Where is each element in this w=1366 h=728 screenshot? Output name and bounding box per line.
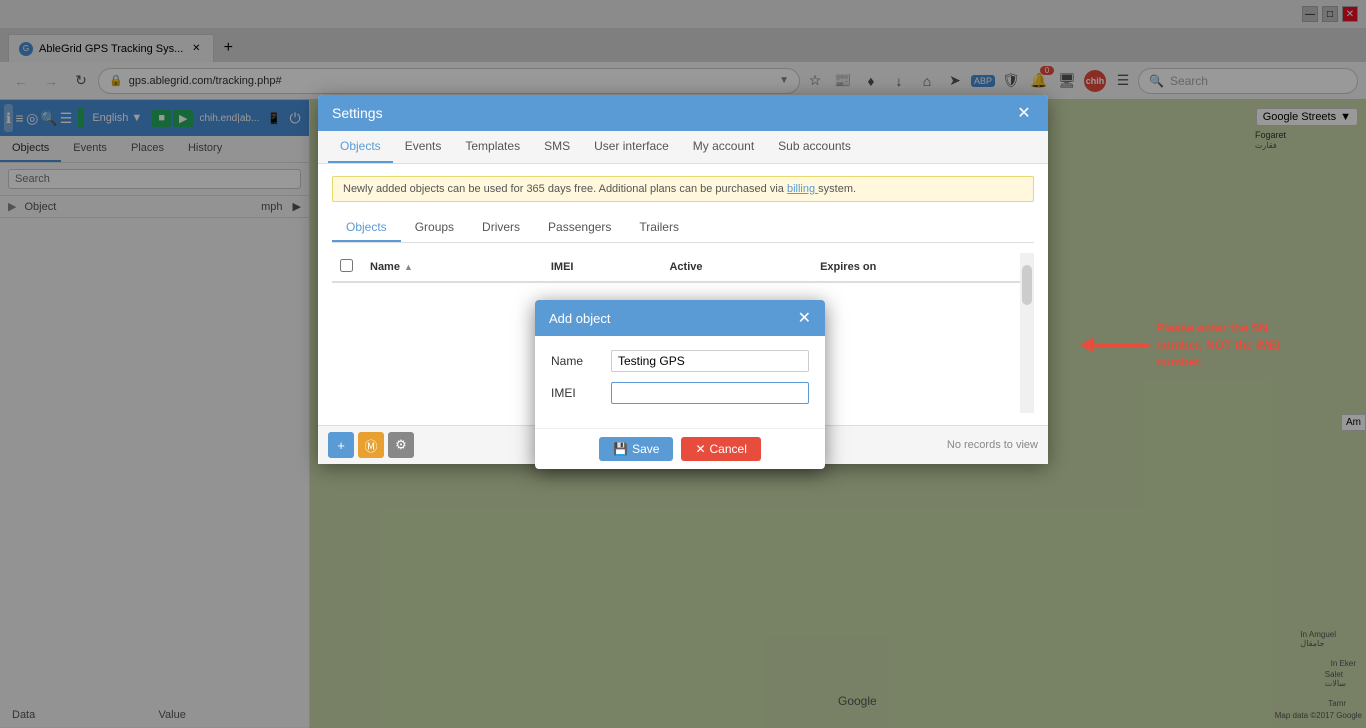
info-text: Newly added objects can be used for 365 …	[343, 183, 784, 195]
sub-tab-passengers[interactable]: Passengers	[534, 214, 625, 242]
arrow-head-icon	[1080, 337, 1094, 353]
sub-tab-drivers[interactable]: Drivers	[468, 214, 534, 242]
sub-tab-objects[interactable]: Objects	[332, 214, 401, 242]
annotation-text: Please enter the SN number, NOT the IMEI…	[1156, 320, 1316, 370]
cancel-icon: ✕	[695, 442, 705, 456]
sub-tabs: Objects Groups Drivers Passengers Traile…	[332, 214, 1034, 243]
settings-gear-button[interactable]: ⚙	[388, 432, 414, 458]
arrow-line	[1090, 344, 1150, 347]
scrollbar-thumb	[1022, 265, 1032, 305]
settings-dialog-header: Settings ✕	[318, 95, 1048, 131]
name-col-label: Name	[370, 261, 400, 273]
settings-nav-objects[interactable]: Objects	[328, 131, 393, 163]
name-form-row: Name	[551, 350, 809, 372]
save-label: Save	[632, 442, 659, 456]
settings-nav-sms[interactable]: SMS	[532, 131, 582, 163]
settings-nav-events[interactable]: Events	[393, 131, 454, 163]
info-bar: Newly added objects can be used for 365 …	[332, 176, 1034, 202]
name-label: Name	[551, 354, 611, 368]
info-text2: system.	[818, 183, 856, 195]
th-expires: Expires on	[812, 253, 1034, 282]
sub-tab-trailers[interactable]: Trailers	[625, 214, 693, 242]
add-dialog-body: Name IMEI	[535, 336, 825, 428]
th-active: Active	[661, 253, 812, 282]
objects-table: Name ▲ IMEI Active Expires on	[332, 253, 1034, 283]
annotation: Please enter the SN number, NOT the IMEI…	[1090, 320, 1316, 370]
th-imei: IMEI	[543, 253, 662, 282]
settings-close-button[interactable]: ✕	[1014, 103, 1034, 123]
no-records-label: No records to view	[947, 439, 1038, 451]
sub-tab-groups[interactable]: Groups	[401, 214, 468, 242]
settings-nav-subaccounts[interactable]: Sub accounts	[766, 131, 863, 163]
billing-link[interactable]: billing	[787, 183, 818, 195]
settings-nav: Objects Events Templates SMS User interf…	[318, 131, 1048, 164]
imei-input[interactable]	[611, 382, 809, 404]
add-dialog-title: Add object	[549, 311, 610, 326]
add-dialog-header: Add object ✕	[535, 300, 825, 336]
add-object-button[interactable]: +	[328, 432, 354, 458]
add-dialog-close-button[interactable]: ✕	[798, 308, 811, 328]
imei-form-row: IMEI	[551, 382, 809, 404]
save-icon: 💾	[613, 442, 628, 456]
settings-nav-account[interactable]: My account	[681, 131, 766, 163]
imei-label: IMEI	[551, 386, 611, 400]
th-name: Name ▲	[362, 253, 543, 282]
coins-icon[interactable]: Ⓜ	[358, 432, 384, 458]
cancel-label: Cancel	[710, 442, 747, 456]
save-button[interactable]: 💾 Save	[599, 437, 673, 461]
add-object-dialog: Add object ✕ Name IMEI 💾 Save ✕ Cancel	[535, 300, 825, 469]
select-all-checkbox[interactable]	[340, 259, 353, 272]
settings-title: Settings	[332, 105, 383, 121]
scrollbar[interactable]	[1020, 253, 1034, 413]
arrow-container	[1090, 344, 1150, 347]
footer-left: + Ⓜ ⚙	[328, 432, 414, 458]
cancel-button[interactable]: ✕ Cancel	[681, 437, 760, 461]
settings-nav-ui[interactable]: User interface	[582, 131, 681, 163]
name-input[interactable]	[611, 350, 809, 372]
add-dialog-footer: 💾 Save ✕ Cancel	[535, 428, 825, 469]
settings-nav-templates[interactable]: Templates	[453, 131, 532, 163]
sort-icon: ▲	[404, 262, 413, 272]
